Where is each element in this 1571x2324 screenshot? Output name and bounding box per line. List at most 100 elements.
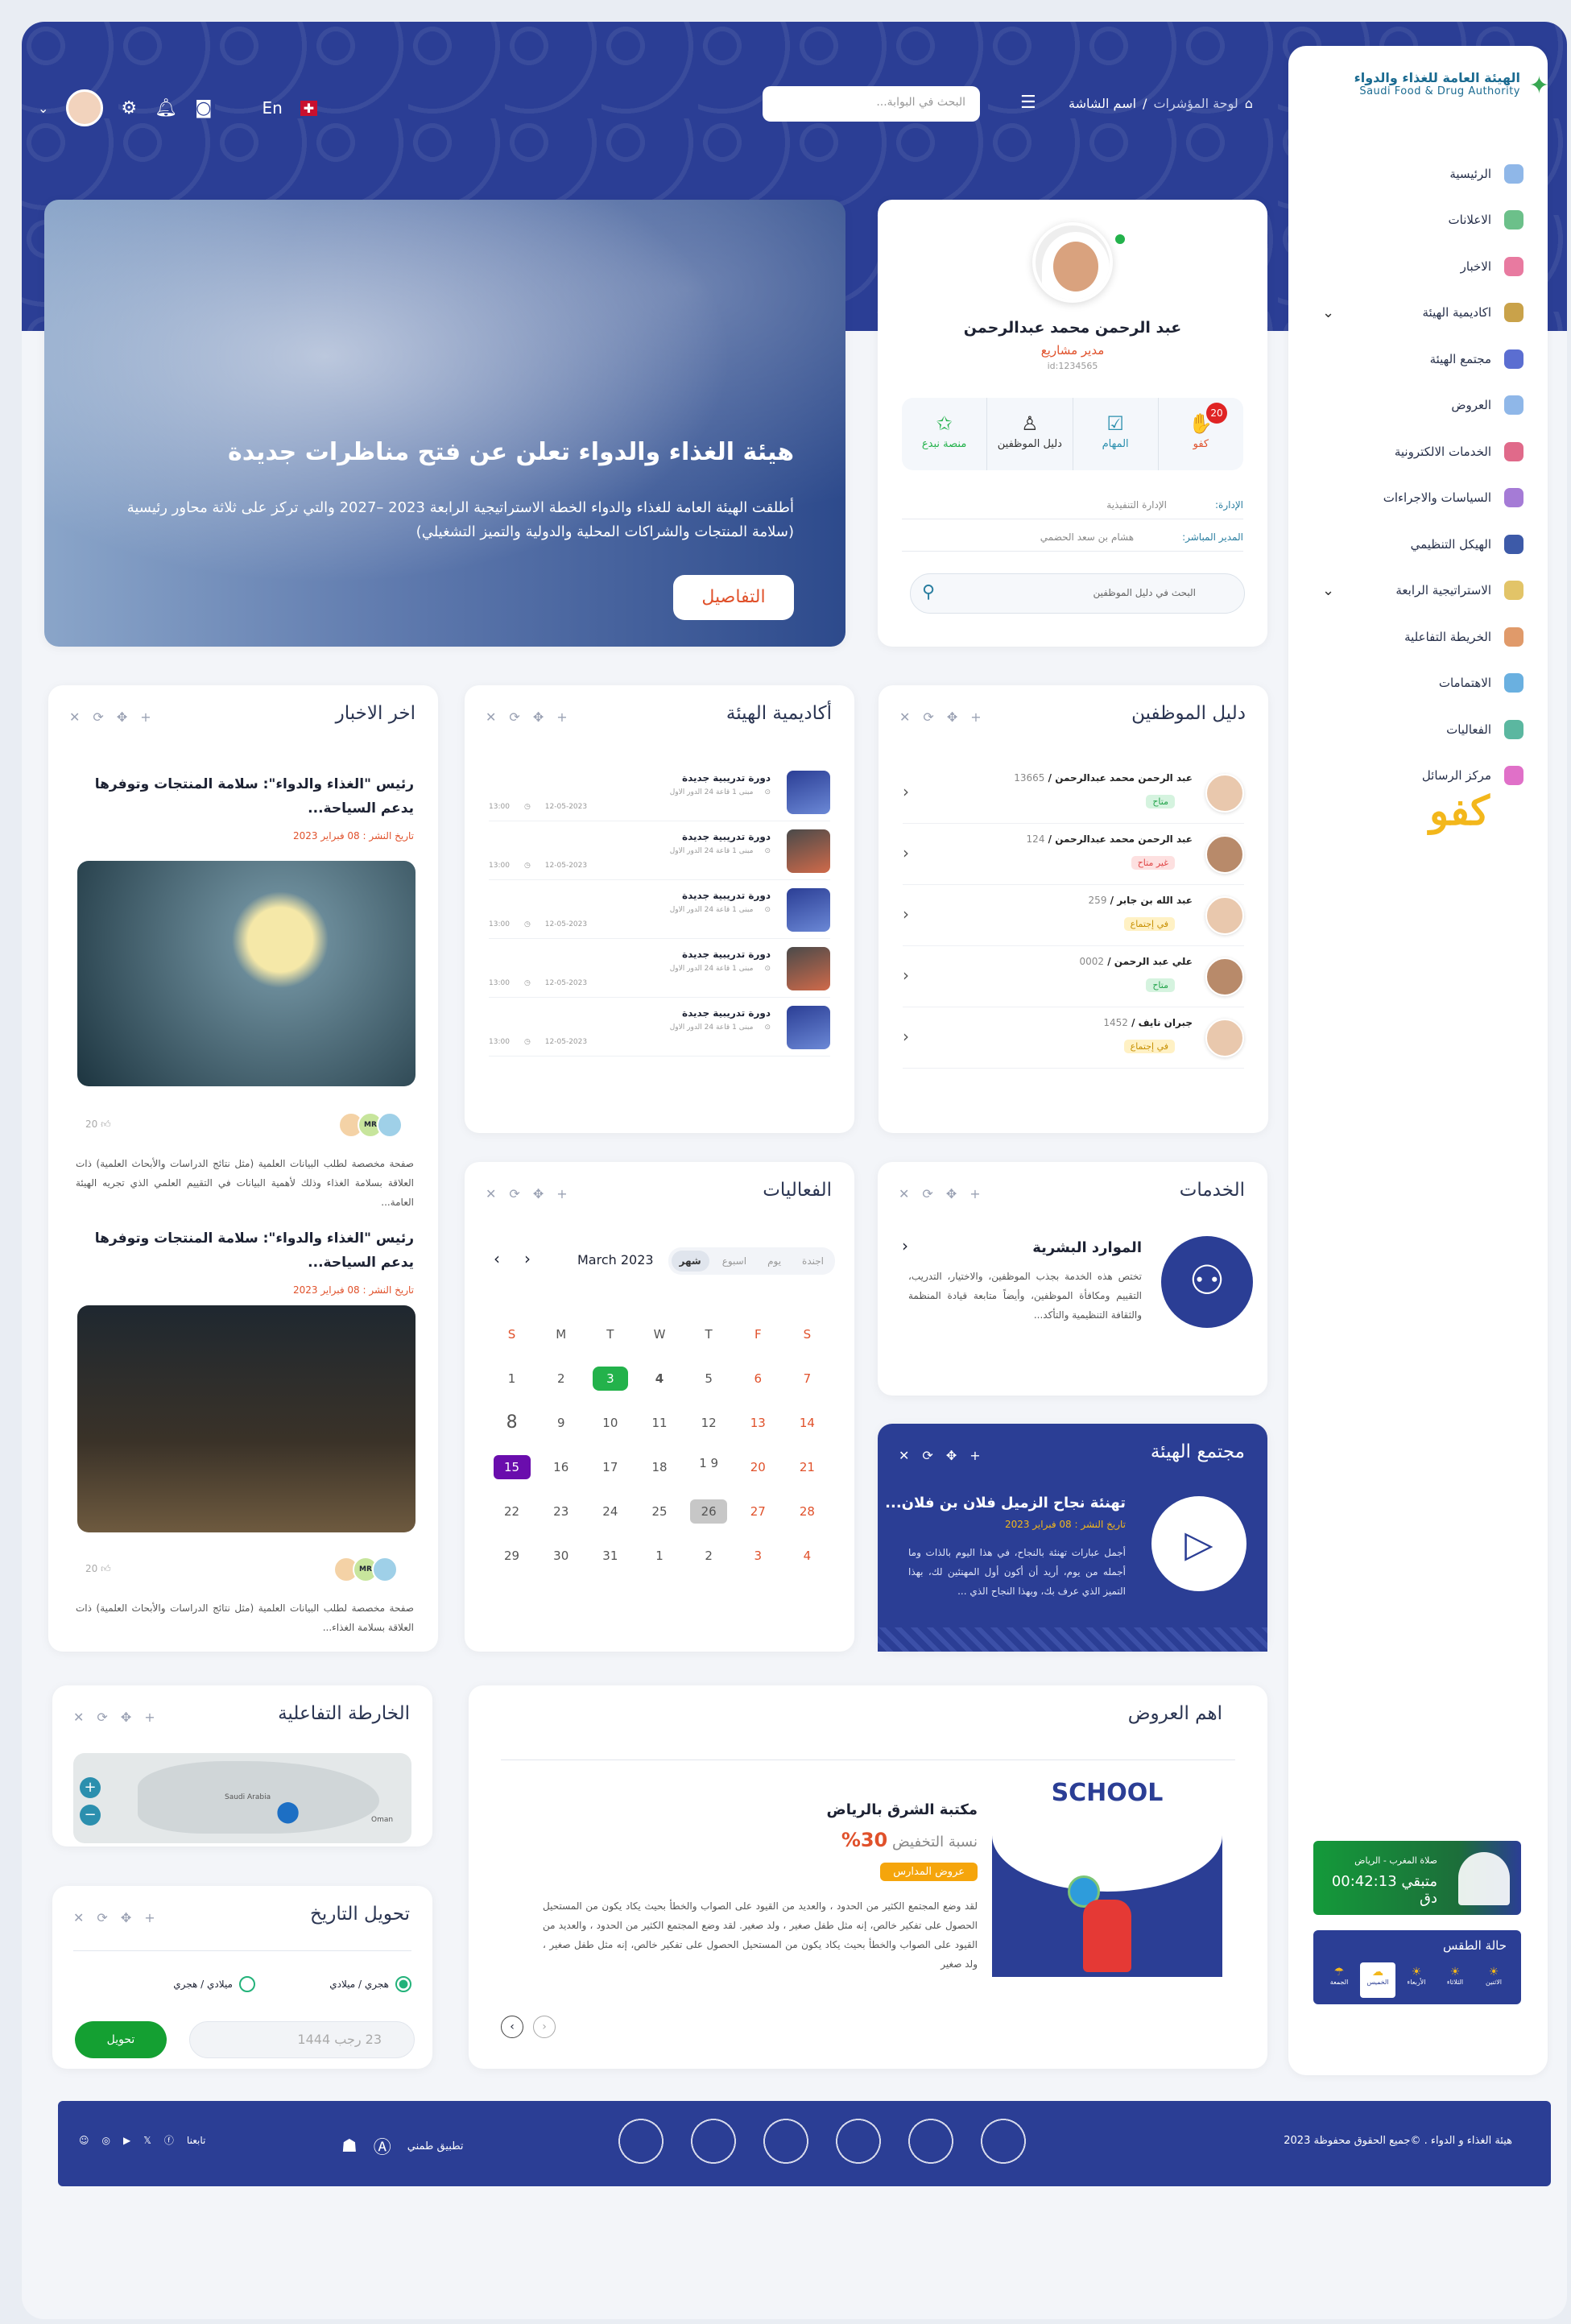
move-icon[interactable]: ✥: [533, 709, 544, 725]
menu-icon[interactable]: ☰: [1020, 93, 1036, 113]
community-post-title[interactable]: تهنئة نجاح الزميل فلان بن فلان...: [885, 1495, 1126, 1511]
portal-search-input[interactable]: البحث في البوابة...: [763, 86, 980, 122]
move-icon[interactable]: ✥: [117, 709, 127, 725]
list-item[interactable]: جبران نايف / 1452 في إجتماع ‹: [903, 1007, 1244, 1069]
add-icon[interactable]: +: [140, 709, 151, 725]
sidebar-item-interests[interactable]: الاهتمامات: [1314, 660, 1523, 707]
refresh-icon[interactable]: ⟳: [509, 1186, 519, 1201]
sidebar-item-eservices[interactable]: الخدمات الالكترونية: [1314, 428, 1523, 475]
weather-widget[interactable]: حالة الطقس ☀ الاثنين ☀ الثلاثاء ☀ الأربعاء …: [1313, 1930, 1521, 2004]
profile-photo[interactable]: [1032, 222, 1113, 303]
chevron-left-icon[interactable]: ‹: [501, 2016, 523, 2038]
gear-icon[interactable]: ⚙: [121, 98, 137, 118]
chevron-down-icon[interactable]: ⌄: [1322, 304, 1334, 321]
sidebar-item-announcements[interactable]: الاعلانات: [1314, 197, 1523, 244]
tab-month[interactable]: شهر: [671, 1251, 709, 1272]
add-icon[interactable]: +: [969, 1448, 980, 1463]
close-icon[interactable]: ✕: [899, 709, 910, 725]
convert-button[interactable]: تحويل: [75, 2021, 167, 2058]
zoom-out-icon[interactable]: −: [80, 1805, 101, 1826]
add-icon[interactable]: +: [970, 709, 981, 725]
news-image-blocks[interactable]: [77, 1305, 415, 1532]
list-item[interactable]: دورة تدريبية جديدة ⊙ مبنى 1 قاعة 24 الدور …: [489, 880, 830, 939]
add-icon[interactable]: +: [144, 1910, 155, 1925]
list-item[interactable]: عبد الرحمن محمد عبدالرحمن / 124 غير متاح ‹: [903, 824, 1244, 885]
sidebar-item-org-chart[interactable]: الهيكل التنظيمي: [1314, 521, 1523, 568]
facebook-icon[interactable]: ⓕ: [164, 2133, 174, 2147]
tasks-button[interactable]: ☑ المهام: [1072, 398, 1158, 470]
list-item[interactable]: عبد الله بن جابر / 259 في إجتماع ‹: [903, 885, 1244, 946]
move-icon[interactable]: ✥: [946, 1186, 957, 1201]
add-icon[interactable]: +: [556, 1186, 567, 1201]
add-icon[interactable]: +: [969, 1186, 980, 1201]
logo[interactable]: الهيئة العامة للغذاء والدواء Saudi Food …: [1354, 70, 1549, 100]
refresh-icon[interactable]: ⟳: [93, 709, 103, 725]
sidebar-item-academy[interactable]: اكاديمية الهيئة ⌄: [1314, 290, 1523, 337]
language-toggle[interactable]: En: [262, 98, 282, 118]
chevron-left-icon[interactable]: ‹: [494, 1249, 500, 1268]
move-icon[interactable]: ✥: [121, 1910, 131, 1925]
sidebar-item-news[interactable]: الاخبار: [1314, 243, 1523, 290]
close-icon[interactable]: ✕: [899, 1186, 909, 1201]
service-title[interactable]: الموارد البشرية: [1032, 1239, 1142, 1256]
employee-directory-button[interactable]: ♙ دليل الموظفين: [986, 398, 1072, 470]
sidebar-item-messages[interactable]: مركز الرسائل: [1314, 753, 1523, 800]
sidebar-item-home[interactable]: الرئيسية: [1314, 151, 1523, 197]
list-item[interactable]: دورة تدريبية جديدة ⊙ مبنى 1 قاعة 24 الدور …: [489, 763, 830, 821]
details-button[interactable]: التفاصيل: [673, 575, 794, 620]
likes[interactable]: 👍︎ 20: [85, 1563, 111, 1575]
close-icon[interactable]: ✕: [486, 1186, 496, 1201]
avatar[interactable]: [66, 89, 104, 126]
radio-gregorian-to-hijri[interactable]: ميلادي / هجري: [173, 1976, 255, 1992]
move-icon[interactable]: ✥: [946, 1448, 957, 1463]
list-item[interactable]: عبد الرحمن محمد عبدالرحمن / 13665 متاح ‹: [903, 763, 1244, 824]
instagram-icon[interactable]: ◎: [102, 2135, 110, 2146]
refresh-icon[interactable]: ⟳: [922, 1448, 932, 1463]
refresh-icon[interactable]: ⟳: [97, 1710, 107, 1725]
sidebar-item-offers[interactable]: العروض: [1314, 383, 1523, 429]
game-icon[interactable]: ◙: [195, 98, 212, 118]
sidebar-item-community[interactable]: مجتمع الهيئة: [1314, 336, 1523, 383]
offer-title[interactable]: مكتبة الشرق بالرياض: [827, 1801, 978, 1818]
close-icon[interactable]: ✕: [486, 709, 496, 725]
move-icon[interactable]: ✥: [947, 709, 957, 725]
youtube-icon[interactable]: ▶: [123, 2135, 130, 2146]
employee-search-input[interactable]: البحث في دليل الموظفين ⚲: [910, 573, 1245, 614]
list-item[interactable]: دورة تدريبية جديدة ⊙ مبنى 1 قاعة 24 الدور …: [489, 939, 830, 998]
home-icon[interactable]: ⌂: [1245, 96, 1253, 111]
chevron-down-icon[interactable]: ⌄: [1322, 582, 1334, 599]
news-title[interactable]: رئيس "الغذاء والدواء": سلامة المنتجات وت…: [84, 1226, 414, 1275]
tab-agenda[interactable]: اجندة: [794, 1251, 832, 1272]
refresh-icon[interactable]: ⟳: [922, 1186, 932, 1201]
refresh-icon[interactable]: ⟳: [923, 709, 933, 725]
kafu-button[interactable]: ✋ كفو 20: [1157, 398, 1243, 470]
refresh-icon[interactable]: ⟳: [97, 1910, 107, 1925]
offer-image[interactable]: SCHOOL: [992, 1779, 1222, 1977]
chevron-left-icon[interactable]: ‹: [902, 1236, 908, 1255]
tab-day[interactable]: يوم: [759, 1251, 789, 1272]
zoom-in-icon[interactable]: +: [80, 1777, 101, 1798]
tab-week[interactable]: اسبوع: [714, 1251, 754, 1272]
list-item[interactable]: علي عبد الرحمن / 0002 متاح ‹: [903, 946, 1244, 1007]
interactive-map[interactable]: Saudi Arabia Oman ⬤ + −: [73, 1753, 411, 1843]
close-icon[interactable]: ✕: [899, 1448, 909, 1463]
add-icon[interactable]: +: [144, 1710, 155, 1725]
x-icon[interactable]: 𝕏: [143, 2135, 151, 2146]
sidebar-item-strategy[interactable]: الاستراتيجية الرابعة ⌄: [1314, 568, 1523, 614]
radio-hijri-to-gregorian[interactable]: هجري / ميلادي: [329, 1976, 411, 1992]
close-icon[interactable]: ✕: [73, 1910, 84, 1925]
move-icon[interactable]: ✥: [533, 1186, 544, 1201]
close-icon[interactable]: ✕: [69, 709, 80, 725]
move-icon[interactable]: ✥: [121, 1710, 131, 1725]
breadcrumb-home[interactable]: لوحة المؤشرات: [1153, 96, 1238, 111]
news-title[interactable]: رئيس "الغذاء والدواء": سلامة المنتجات وت…: [84, 772, 414, 821]
date-input[interactable]: 23 رجب 1444: [189, 2021, 415, 2058]
news-image-bulb[interactable]: [77, 861, 415, 1086]
chevron-right-icon[interactable]: ›: [524, 1249, 531, 1268]
chevron-right-icon[interactable]: ›: [533, 2016, 556, 2038]
android-icon[interactable]: ☗: [341, 2136, 358, 2157]
play-icon[interactable]: ▷: [1151, 1496, 1246, 1591]
list-item[interactable]: دورة تدريبية جديدة ⊙ مبنى 1 قاعة 24 الدور …: [489, 821, 830, 880]
refresh-icon[interactable]: ⟳: [509, 709, 519, 725]
sidebar-item-map[interactable]: الخريطة التفاعلية: [1314, 614, 1523, 660]
